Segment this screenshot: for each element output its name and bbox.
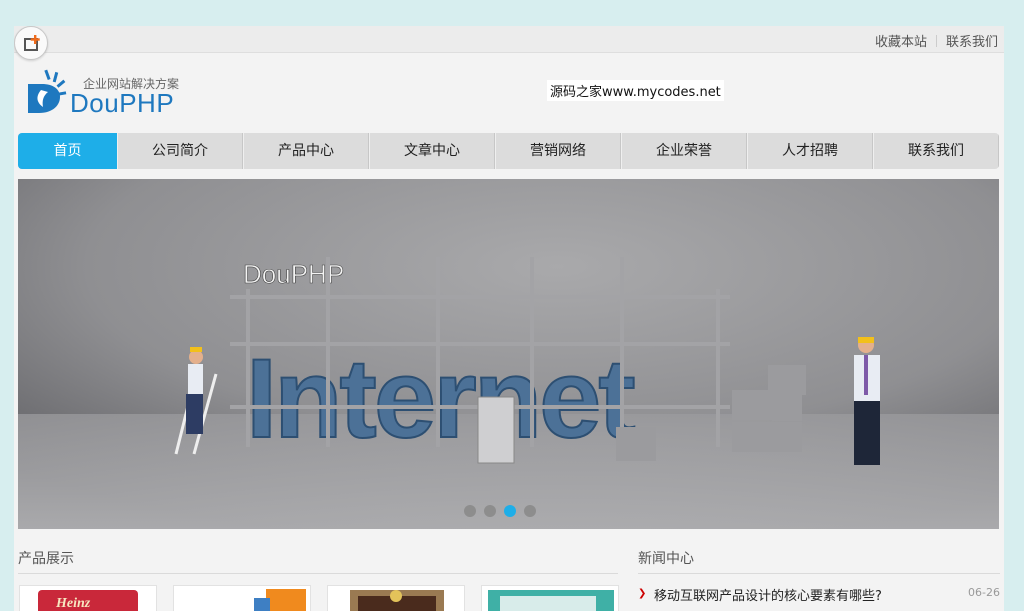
product-image <box>254 589 306 611</box>
worker-right-figure <box>854 337 880 465</box>
banner-word: Internet <box>246 336 634 461</box>
news-item-date: 06-26 <box>968 586 1000 599</box>
product-image: Heinz <box>38 590 138 611</box>
nav-item-products[interactable]: 产品中心 <box>243 133 369 169</box>
logo-brand: DouPHP <box>70 88 175 118</box>
banner-illustration: DouPHP Internet <box>18 179 999 529</box>
product-image <box>488 590 614 611</box>
hero-banner[interactable]: DouPHP Internet <box>18 179 999 529</box>
top-bar: 收藏本站 联系我们 <box>14 26 1004 53</box>
add-bookmark-button[interactable] <box>14 26 48 60</box>
slider-dots <box>464 505 536 517</box>
divider <box>638 573 1000 574</box>
product-thumbnail[interactable] <box>481 585 619 611</box>
nav-item-network[interactable]: 营销网络 <box>495 133 621 169</box>
news-section-title: 新闻中心 <box>638 551 694 567</box>
product-image <box>350 590 444 611</box>
divider <box>18 573 618 574</box>
product-thumbnail[interactable]: Heinz <box>19 585 157 611</box>
add-window-icon <box>24 35 40 51</box>
slider-dot[interactable] <box>464 505 476 517</box>
nav-item-honors[interactable]: 企业荣誉 <box>621 133 747 169</box>
nav-item-about[interactable]: 公司简介 <box>117 133 243 169</box>
nav-item-jobs[interactable]: 人才招聘 <box>747 133 873 169</box>
contact-link[interactable]: 联系我们 <box>946 31 998 50</box>
page: 收藏本站 联系我们 企业网站解决方案 DouPHP 源码之家www.mycode… <box>14 26 1004 611</box>
product-thumbnail[interactable] <box>327 585 465 611</box>
logo[interactable]: 企业网站解决方案 DouPHP <box>26 68 196 120</box>
bookmark-link[interactable]: 收藏本站 <box>875 31 927 50</box>
news-item[interactable]: ❯ 移动互联网产品设计的核心要素有哪些? 06-26 <box>638 585 1000 604</box>
slider-dot-active[interactable] <box>504 505 516 517</box>
slider-dot[interactable] <box>524 505 536 517</box>
logo-mark-icon <box>28 69 67 113</box>
svg-text:Heinz: Heinz <box>55 596 91 611</box>
nav-item-home[interactable]: 首页 <box>18 133 117 169</box>
top-links: 收藏本站 联系我们 <box>875 31 998 50</box>
nav-item-articles[interactable]: 文章中心 <box>369 133 495 169</box>
nav-item-contact[interactable]: 联系我们 <box>873 133 999 169</box>
news-item-title[interactable]: 移动互联网产品设计的核心要素有哪些? <box>654 585 882 604</box>
product-thumbnail[interactable] <box>173 585 311 611</box>
divider <box>935 34 937 47</box>
chevron-right-icon: ❯ <box>638 588 647 599</box>
products-section-title: 产品展示 <box>18 551 74 567</box>
site-source-text: 源码之家www.mycodes.net <box>547 80 724 101</box>
main-nav: 首页 公司简介 产品中心 文章中心 营销网络 企业荣誉 人才招聘 联系我们 <box>18 133 999 169</box>
slider-dot[interactable] <box>484 505 496 517</box>
